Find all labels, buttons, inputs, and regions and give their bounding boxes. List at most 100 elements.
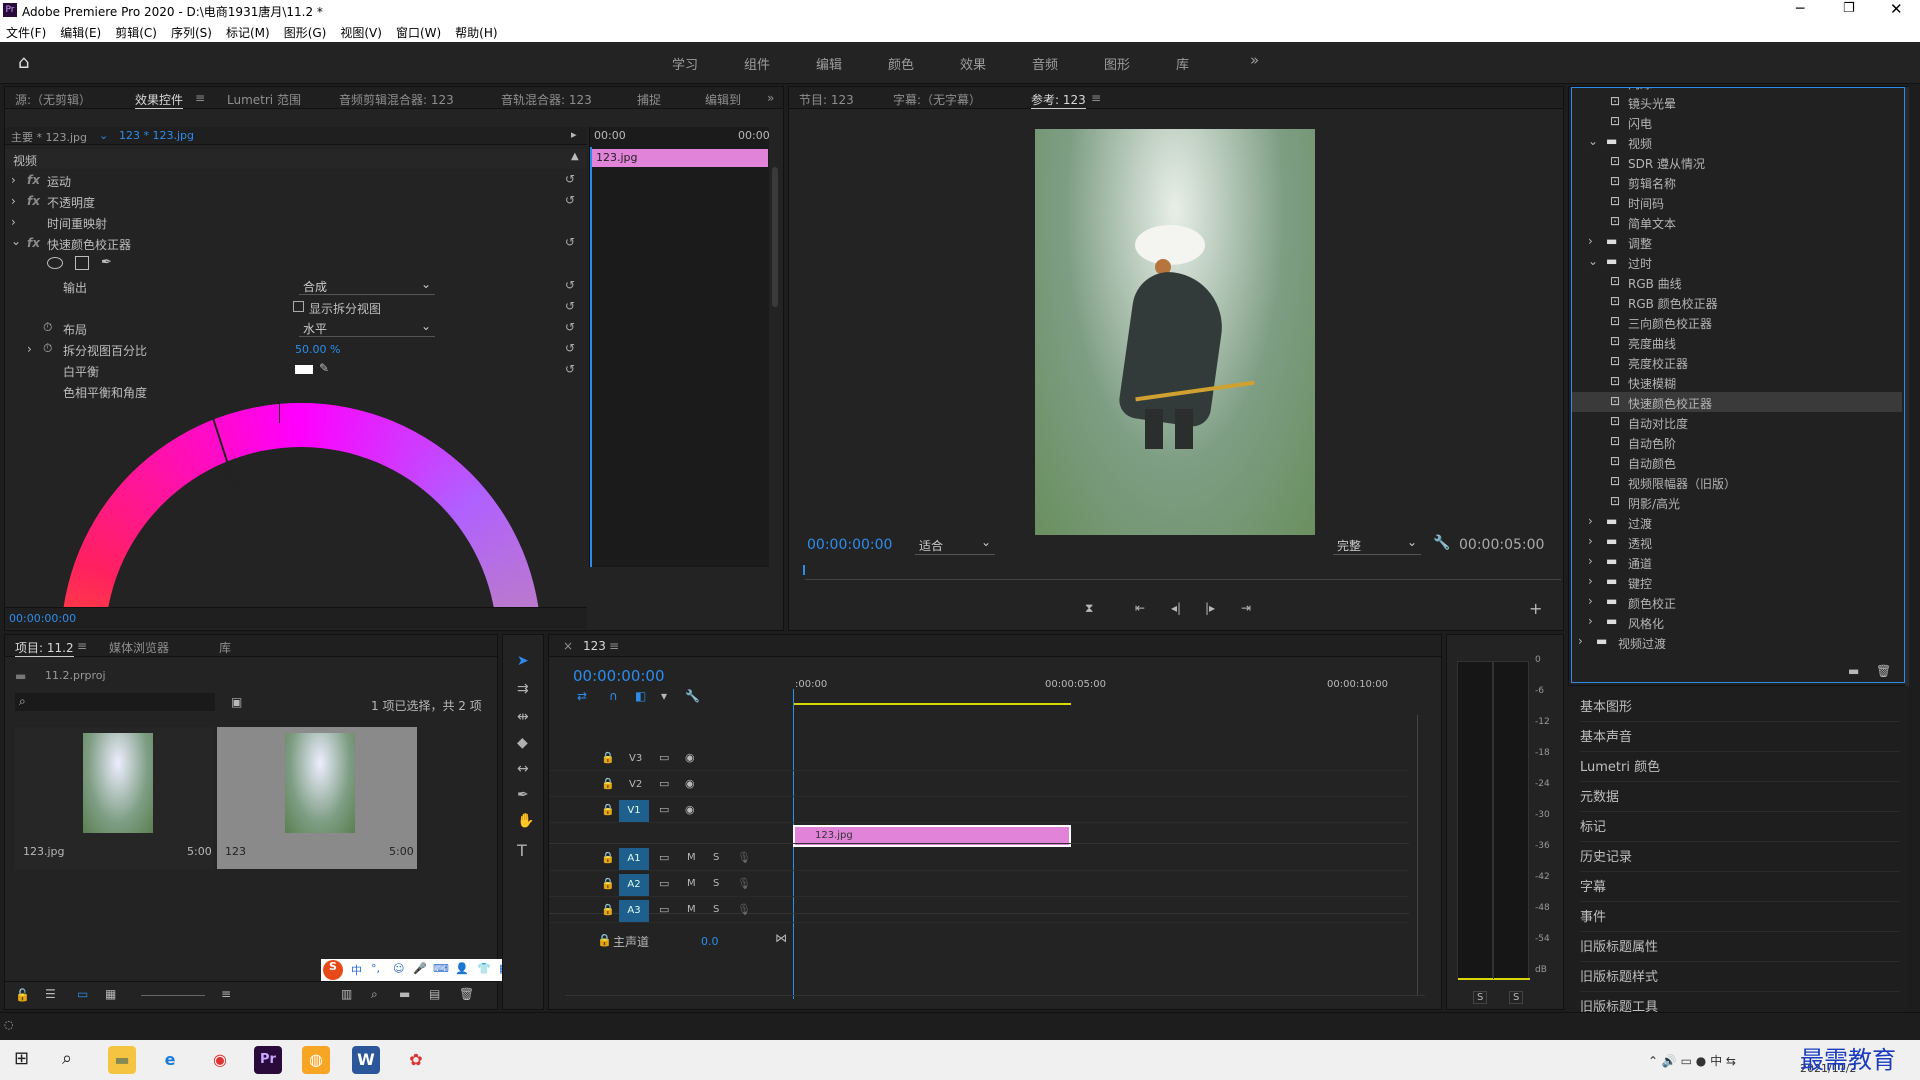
effect-fast-color-corrector[interactable]: 快速颜色校正器 (47, 236, 131, 253)
ime-keyboard[interactable]: ⌨ (433, 962, 449, 975)
app-icon[interactable]: ◍ (302, 1046, 330, 1074)
chevron-right-icon[interactable]: › (1588, 514, 1593, 528)
side-panel-item[interactable]: 基本图形 (1580, 696, 1900, 722)
menu-icon[interactable]: ≡ (1091, 91, 1101, 105)
chevron-right-icon[interactable]: › (11, 173, 16, 187)
timeline-timecode[interactable]: 00:00:00:00 (573, 667, 665, 685)
lock-icon[interactable]: 🔒 (601, 803, 615, 816)
menu-help[interactable]: 帮助(H) (455, 26, 497, 40)
reset-icon[interactable]: ↺ (565, 362, 575, 376)
zoom-slider[interactable] (141, 995, 205, 996)
icon-view-icon[interactable]: ▭ (77, 987, 88, 1001)
fx-icon[interactable]: fx (27, 236, 40, 250)
eyedropper-icon[interactable]: ✎ (319, 361, 329, 375)
side-panel-item[interactable]: 旧版标题属性 (1580, 936, 1900, 962)
go-to-out-icon[interactable]: ⇥ (1241, 601, 1251, 615)
tab-capture[interactable]: 捕捉 (637, 91, 661, 108)
menu-icon[interactable]: ≡ (195, 91, 205, 105)
lock-icon[interactable]: 🔓 (15, 988, 30, 1002)
project-search-input[interactable]: ⌕ (15, 693, 215, 711)
chevron-right-icon[interactable]: › (1588, 234, 1593, 248)
ws-audio[interactable]: 音频 (1032, 54, 1058, 73)
tab-audio-track-mixer[interactable]: 音轨混合器: 123 (501, 91, 592, 108)
chevron-down-icon[interactable]: ⌄ (421, 277, 431, 291)
more-tabs-icon[interactable]: » (767, 91, 774, 105)
ime-toolbar[interactable]: S 中 °, ☺ 🎤 ⌨ 👤 👕 ▦ (321, 959, 529, 981)
pen-tool-icon[interactable]: ✒ (517, 787, 529, 803)
side-panel-item[interactable]: 元数据 (1580, 786, 1900, 812)
tab-reference[interactable]: 参考: 123 (1031, 91, 1086, 109)
tree-item[interactable]: ⌄ ▬ 视频 (1572, 132, 1902, 152)
mute-button[interactable]: M (687, 878, 696, 889)
chevron-down-icon[interactable]: ⌄ (1588, 254, 1598, 268)
chevron-right-icon[interactable]: › (1588, 554, 1593, 568)
timeline-settings-icon[interactable]: 🔧 (685, 689, 700, 703)
master-clip-label[interactable]: 主要 * 123.jpg (11, 129, 87, 145)
tab-effect-controls[interactable]: 效果控件 (135, 91, 184, 109)
ws-effects[interactable]: 效果 (960, 54, 986, 73)
razor-tool-icon[interactable]: ◆ (517, 735, 528, 751)
tree-item[interactable]: ⊡ 阴影/高光 (1572, 492, 1902, 512)
chevron-right-icon[interactable]: › (1588, 614, 1593, 628)
chevron-down-icon[interactable]: ⌄ (1407, 535, 1417, 549)
snap-icon[interactable]: ∩ (609, 689, 618, 703)
tree-item[interactable]: › ▬ 视频过渡 (1572, 632, 1902, 652)
sync-lock-icon[interactable]: ▭ (659, 851, 669, 864)
hand-tool-icon[interactable]: ✋ (517, 813, 534, 829)
tree-item[interactable]: › ▬ 调整 (1572, 232, 1902, 252)
sync-lock-icon[interactable]: ▭ (659, 803, 669, 816)
effect-timecode[interactable]: 00:00:00:00 (9, 612, 76, 625)
reset-icon[interactable]: ↺ (565, 193, 575, 207)
ws-edit[interactable]: 编辑 (816, 54, 842, 73)
selection-tool-icon[interactable]: ➤ (517, 653, 529, 669)
track-select-tool-icon[interactable]: ⇉ (517, 681, 529, 697)
white-balance-swatch[interactable] (295, 365, 313, 374)
ws-assembly[interactable]: 组件 (744, 54, 770, 73)
mini-clip[interactable]: 123.jpg (592, 149, 768, 167)
find-icon[interactable]: ⌕ (371, 987, 378, 1002)
track-target[interactable]: A2 (619, 874, 649, 896)
tree-item[interactable]: ⊡ 三向颜色校正器 (1572, 312, 1902, 332)
ws-graphics[interactable]: 图形 (1104, 54, 1130, 73)
tree-item[interactable]: ⊡ SDR 遵从情况 (1572, 152, 1902, 172)
chevron-right-icon[interactable]: › (11, 215, 16, 229)
quality-dropdown[interactable]: 完整 (1337, 537, 1361, 554)
split-percent-value[interactable]: 50.00 % (295, 343, 340, 356)
track-label[interactable]: V2 (629, 779, 642, 790)
tree-item[interactable]: ⊡ 亮度校正器 (1572, 352, 1902, 372)
ellipse-mask-icon[interactable] (47, 257, 63, 269)
fit-dropdown[interactable]: 适合 (919, 537, 943, 554)
mic-icon[interactable]: 🎙 (737, 903, 751, 916)
premiere-icon[interactable]: Pr (254, 1046, 282, 1074)
lock-icon[interactable]: 🔒 (601, 877, 615, 890)
stopwatch-icon[interactable]: ⏱ (43, 341, 52, 356)
ime-lang[interactable]: 中 (351, 962, 362, 978)
ime-user[interactable]: 👤 (455, 962, 469, 975)
effect-opacity[interactable]: 不透明度 (47, 194, 95, 211)
timeline-vscroll[interactable] (1417, 715, 1418, 995)
new-search-bin-icon[interactable]: ▣ (231, 695, 242, 709)
side-panel-item[interactable]: 事件 (1580, 906, 1900, 932)
chevron-right-icon[interactable]: › (1588, 574, 1593, 588)
solo-button[interactable]: S (713, 904, 719, 915)
close-button[interactable]: ✕ (1890, 0, 1903, 18)
ws-color[interactable]: 颜色 (888, 54, 914, 73)
chevron-down-icon[interactable]: ⌄ (99, 129, 108, 142)
work-area-bar[interactable] (793, 703, 1071, 705)
tree-item[interactable]: ⊡ 简单文本 (1572, 212, 1902, 232)
new-item-icon[interactable]: ▤ (429, 987, 440, 1001)
scrollbar[interactable] (772, 167, 778, 307)
delete-icon[interactable]: 🗑 (459, 987, 474, 1001)
automate-icon[interactable]: ▥ (341, 987, 352, 1001)
lock-icon[interactable]: 🔒 (601, 903, 615, 916)
add-marker-icon[interactable]: ▾ (661, 689, 667, 703)
step-forward-icon[interactable]: |▸ (1205, 601, 1215, 615)
tree-item[interactable]: ⊡ 闪电 (1572, 112, 1902, 132)
menu-sequence[interactable]: 序列(S) (171, 26, 212, 40)
tree-item[interactable]: ⊡ 亮度曲线 (1572, 332, 1902, 352)
nest-icon[interactable]: ⇄ (577, 689, 587, 703)
tab-edit-to[interactable]: 编辑到 (705, 91, 741, 108)
mic-icon[interactable]: 🎙 (737, 851, 751, 864)
track-label[interactable]: V3 (629, 753, 642, 764)
step-back-icon[interactable]: ◂| (1171, 601, 1181, 615)
